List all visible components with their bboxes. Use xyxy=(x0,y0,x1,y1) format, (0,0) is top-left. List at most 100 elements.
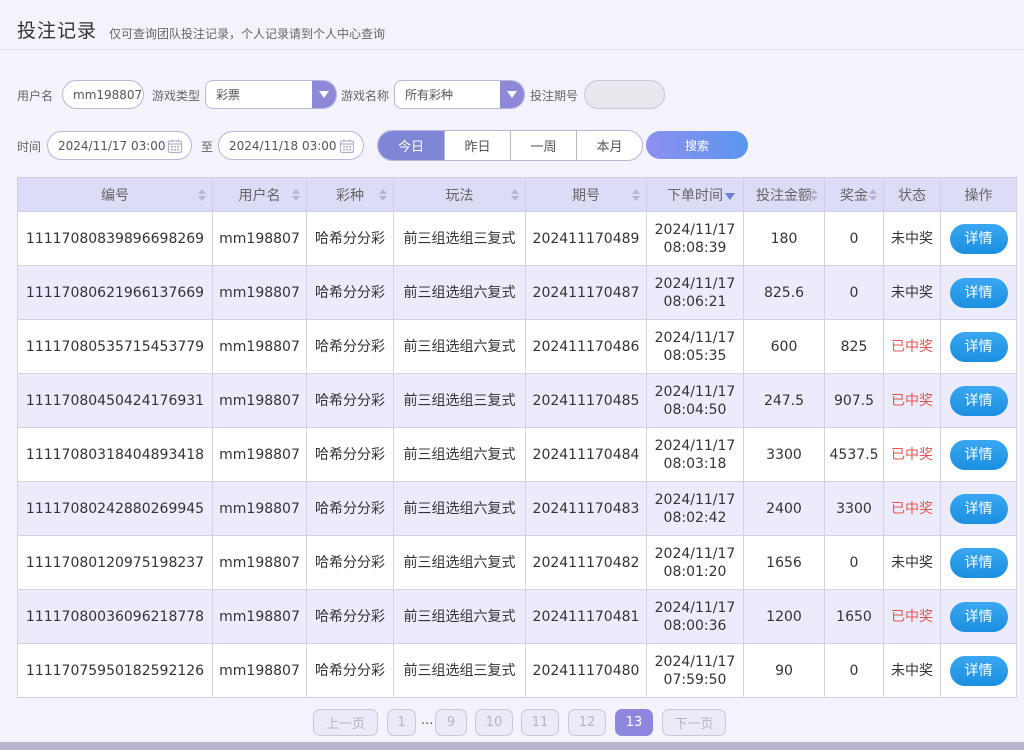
detail-button[interactable]: 详情 xyxy=(949,331,1008,362)
order-clock: 08:03:18 xyxy=(663,455,727,472)
username-input[interactable]: mm198807 xyxy=(62,80,144,109)
detail-button[interactable]: 详情 xyxy=(949,655,1008,686)
order-clock: 08:08:39 xyxy=(663,239,727,256)
detail-button[interactable]: 详情 xyxy=(949,385,1008,416)
cell-order-time: 2024/11/17 08:00:36 xyxy=(646,589,744,644)
order-date: 2024/11/17 xyxy=(654,221,736,238)
column-header-user[interactable]: 用户名 xyxy=(212,177,307,212)
cell-prize: 0 xyxy=(824,211,884,266)
next-page-button[interactable]: 下一页 xyxy=(662,709,726,736)
status-badge: 未中奖 xyxy=(883,211,941,266)
cell-period: 202411170489 xyxy=(525,211,647,266)
cell-period: 202411170481 xyxy=(525,589,647,644)
sort-icon xyxy=(632,189,640,201)
current-page-button[interactable]: 13 xyxy=(615,709,653,736)
detail-button[interactable]: 详情 xyxy=(949,277,1008,308)
page-button[interactable]: 10 xyxy=(475,709,513,736)
cell-lottery: 哈希分分彩 xyxy=(306,211,394,266)
cell-play: 前三组选组六复式 xyxy=(393,589,526,644)
game-name-select[interactable]: 所有彩种 xyxy=(394,80,525,109)
cell-user: mm198807 xyxy=(212,373,307,428)
range-yesterday-button[interactable]: 昨日 xyxy=(444,131,510,160)
cell-amount: 2400 xyxy=(743,481,825,536)
cell-play: 前三组选组六复式 xyxy=(393,319,526,374)
cell-lottery: 哈希分分彩 xyxy=(306,319,394,374)
page-title: 投注记录 xyxy=(17,20,98,42)
order-date: 2024/11/17 xyxy=(654,329,736,346)
start-time-input[interactable]: 2024/11/17 03:00 xyxy=(47,131,192,160)
cell-action: 详情 xyxy=(940,265,1017,320)
order-date: 2024/11/17 xyxy=(654,653,736,670)
range-week-button[interactable]: 一周 xyxy=(510,131,576,160)
range-month-button[interactable]: 本月 xyxy=(576,131,642,160)
cell-action: 详情 xyxy=(940,535,1017,590)
detail-button[interactable]: 详情 xyxy=(949,547,1008,578)
cell-period: 202411170487 xyxy=(525,265,647,320)
cell-id: 11117080036096218778 xyxy=(17,589,213,644)
cell-play: 前三组选组六复式 xyxy=(393,427,526,482)
end-time-input[interactable]: 2024/11/18 03:00 xyxy=(218,131,364,160)
cell-play: 前三组选组六复式 xyxy=(393,265,526,320)
bottom-bar xyxy=(0,742,1024,750)
cell-period: 202411170484 xyxy=(525,427,647,482)
page-button[interactable]: 9 xyxy=(435,709,467,736)
cell-id: 11117080450424176931 xyxy=(17,373,213,428)
table-row: 11117080839896698269 mm198807 哈希分分彩 前三组选组三复… xyxy=(17,211,1017,266)
order-clock: 07:59:50 xyxy=(663,671,727,688)
cell-order-time: 2024/11/17 07:59:50 xyxy=(646,643,744,698)
cell-action: 详情 xyxy=(940,589,1017,644)
cell-action: 详情 xyxy=(940,211,1017,266)
order-clock: 08:06:21 xyxy=(663,293,727,310)
order-clock: 08:01:20 xyxy=(663,563,727,580)
game-type-select[interactable]: 彩票 xyxy=(205,80,337,109)
cell-user: mm198807 xyxy=(212,211,307,266)
cell-action: 详情 xyxy=(940,427,1017,482)
cell-id: 11117080242880269945 xyxy=(17,481,213,536)
bet-records-table: 编号 用户名 彩种 玩法 期号 下单时间 投注金额 奖金 状态 操作 11117… xyxy=(17,177,1017,698)
calendar-icon xyxy=(167,139,183,154)
page-button[interactable]: 12 xyxy=(568,709,606,736)
detail-button[interactable]: 详情 xyxy=(949,223,1008,254)
cell-order-time: 2024/11/17 08:05:35 xyxy=(646,319,744,374)
cell-action: 详情 xyxy=(940,481,1017,536)
page-header: 投注记录 仅可查询团队投注记录，个人记录请到个人中心查询 xyxy=(0,0,1024,50)
column-header-prize[interactable]: 奖金 xyxy=(824,177,884,212)
order-clock: 08:00:36 xyxy=(663,617,727,634)
cell-order-time: 2024/11/17 08:01:20 xyxy=(646,535,744,590)
cell-order-time: 2024/11/17 08:02:42 xyxy=(646,481,744,536)
cell-period: 202411170483 xyxy=(525,481,647,536)
page-button[interactable]: 1 xyxy=(387,709,416,736)
period-input[interactable] xyxy=(584,80,665,109)
column-header-lottery[interactable]: 彩种 xyxy=(306,177,394,212)
game-name-label: 游戏名称 xyxy=(341,89,390,103)
column-header-period[interactable]: 期号 xyxy=(525,177,647,212)
cell-id: 11117080120975198237 xyxy=(17,535,213,590)
search-button[interactable]: 搜索 xyxy=(646,131,748,159)
detail-button[interactable]: 详情 xyxy=(949,439,1008,470)
column-header-play[interactable]: 玩法 xyxy=(393,177,526,212)
cell-prize: 0 xyxy=(824,643,884,698)
start-time-value: 2024/11/17 03:00 xyxy=(58,138,166,153)
table-row: 11117080621966137669 mm198807 哈希分分彩 前三组选组六复… xyxy=(17,265,1017,320)
status-badge: 已中奖 xyxy=(883,373,941,428)
cell-period: 202411170480 xyxy=(525,643,647,698)
detail-button[interactable]: 详情 xyxy=(949,601,1008,632)
detail-button[interactable]: 详情 xyxy=(949,493,1008,524)
cell-amount: 1656 xyxy=(743,535,825,590)
cell-prize: 1650 xyxy=(824,589,884,644)
cell-id: 11117080621966137669 xyxy=(17,265,213,320)
column-header-id[interactable]: 编号 xyxy=(17,177,213,212)
cell-id: 11117075950182592126 xyxy=(17,643,213,698)
prev-page-button[interactable]: 上一页 xyxy=(313,709,378,736)
column-header-order-time[interactable]: 下单时间 xyxy=(646,177,744,212)
page-button[interactable]: 11 xyxy=(521,709,559,736)
cell-prize: 907.5 xyxy=(824,373,884,428)
cell-lottery: 哈希分分彩 xyxy=(306,481,394,536)
period-label: 投注期号 xyxy=(530,89,579,103)
cell-period: 202411170482 xyxy=(525,535,647,590)
range-today-button[interactable]: 今日 xyxy=(378,131,444,160)
cell-play: 前三组选组六复式 xyxy=(393,481,526,536)
cell-prize: 0 xyxy=(824,535,884,590)
column-header-amount[interactable]: 投注金额 xyxy=(743,177,825,212)
order-clock: 08:05:35 xyxy=(663,347,727,364)
